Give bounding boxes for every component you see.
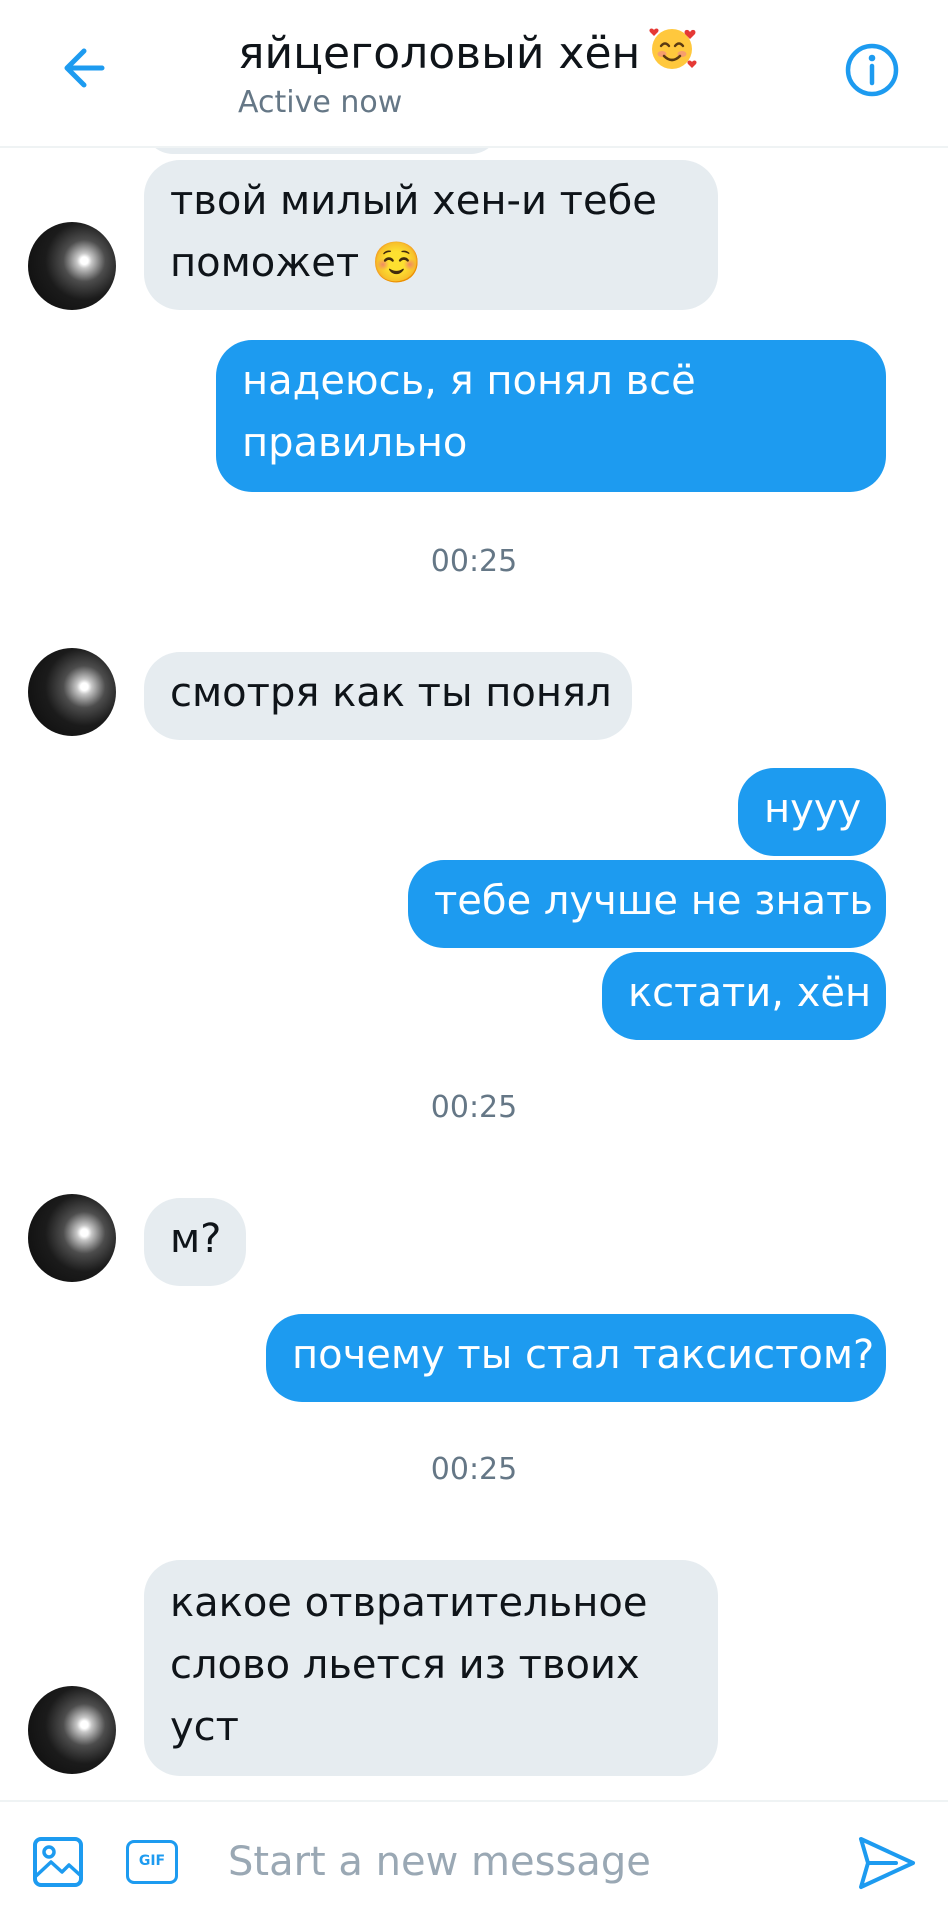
new-message-input[interactable] [226,1826,810,1898]
avatar[interactable] [28,648,116,736]
image-icon[interactable] [32,1836,84,1888]
message-line: тебе лучше не знать [434,878,873,924]
gif-label: GIF [138,1853,166,1869]
message-bubble-outgoing: кстати, хён [602,952,886,1040]
active-status: Active now [238,85,403,120]
conversation-title-text: яйцеголовый хён [238,28,641,79]
message-line: надеюсь, я понял всё [242,358,696,404]
conversation-header: яйцеголовый хён Active now [0,0,948,148]
message-line: слово льется из твоих [170,1642,640,1688]
message-line: поможет ☺️ [170,240,422,286]
message-bubble-incoming: твой милый хен-и тебе поможет ☺️ [144,160,718,310]
message-line: правильно [242,420,468,466]
gif-icon[interactable]: GIF [126,1840,178,1884]
back-arrow-icon[interactable] [56,40,112,96]
message-bubble-outgoing: тебе лучше не знать [408,860,886,948]
message-line: твой милый хен-и тебе [170,178,657,224]
avatar[interactable] [28,1194,116,1282]
conversation-title-block[interactable]: яйцеголовый хён Active now [238,22,698,122]
message-bubble-incoming: смотря как ты понял [144,652,632,740]
smiling-face-with-hearts-emoji [649,28,697,69]
info-icon[interactable] [842,40,902,100]
message-timestamp: 00:25 [430,1090,518,1125]
message-bubble-incoming: какое отвратительное слово льется из тво… [144,1560,718,1776]
avatar[interactable] [28,1686,116,1774]
message-timestamp: 00:25 [430,544,518,579]
message-line: кстати, хён [628,970,872,1016]
conversation-title: яйцеголовый хён [238,22,698,82]
message-composer: GIF [0,1800,948,1922]
message-line: уст [170,1704,239,1750]
message-line: смотря как ты понял [170,670,612,716]
send-icon[interactable] [856,1834,918,1892]
message-timestamp: 00:25 [430,1452,518,1487]
avatar[interactable] [28,222,116,310]
message-line: нууу [764,786,862,832]
message-bubble-outgoing: почему ты стал таксистом? [266,1314,886,1402]
message-line: м? [170,1216,222,1262]
message-line: почему ты стал таксистом? [292,1332,875,1378]
message-bubble-outgoing: нууу [738,768,886,856]
message-bubble-incoming: м? [144,1198,246,1286]
message-line: какое отвратительное [170,1580,648,1626]
message-bubble-outgoing: надеюсь, я понял всё правильно [216,340,886,492]
